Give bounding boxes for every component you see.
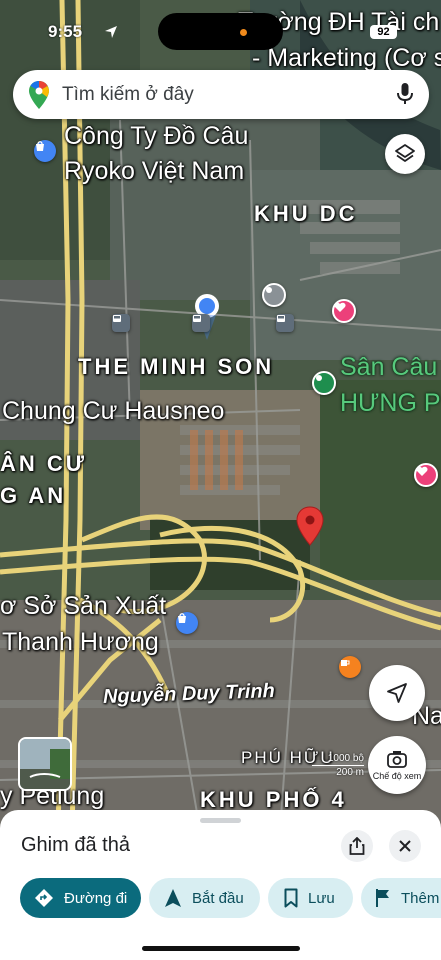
- heart-poi-icon[interactable]: [414, 463, 438, 487]
- map-label-fishing-pond[interactable]: Sân Câu: [340, 353, 437, 382]
- layers-button[interactable]: [385, 134, 425, 174]
- close-button[interactable]: [389, 830, 421, 862]
- map-label-an-cu: ÂN CƯ: [0, 451, 88, 476]
- map-label-fishing-pond-line2[interactable]: HƯNG P: [340, 389, 441, 418]
- location-arrow-icon: [104, 25, 118, 44]
- close-icon: [399, 840, 411, 852]
- sheet-grabber[interactable]: [200, 818, 241, 823]
- bus-stop-icon[interactable]: [192, 314, 210, 332]
- layers-icon: [395, 144, 415, 162]
- street-view-label: Chế độ xem: [372, 771, 422, 781]
- park-poi-icon[interactable]: [312, 371, 336, 395]
- more-label: Thêm: [401, 889, 440, 907]
- map-scale: 1000 bộ 200 m: [312, 753, 364, 783]
- my-location-button[interactable]: [369, 665, 425, 721]
- flag-icon: [376, 889, 389, 907]
- save-button[interactable]: Lưu: [268, 878, 353, 918]
- share-button[interactable]: [341, 830, 373, 862]
- street-view-thumbnail[interactable]: [18, 737, 72, 791]
- scale-meters: 200 m: [336, 767, 364, 778]
- start-button[interactable]: Bắt đầu: [149, 878, 260, 918]
- directions-icon: [35, 889, 53, 907]
- shopping-poi-icon[interactable]: [34, 140, 56, 162]
- heart-poi-icon[interactable]: [332, 299, 356, 323]
- privacy-indicator: [240, 29, 247, 36]
- home-indicator: [142, 946, 300, 951]
- search-bar[interactable]: Tìm kiếm ở đây: [13, 70, 429, 119]
- map-label-production-facility-line2[interactable]: Thanh Hương: [2, 628, 159, 657]
- street-view-icon: [387, 751, 407, 768]
- place-poi-icon[interactable]: [262, 283, 286, 307]
- map-label-hausneo[interactable]: Chung Cư Hausneo: [2, 397, 224, 426]
- place-bottom-sheet[interactable]: Ghim đã thả Đường đi Bắt đầu Lưu Thêm: [0, 810, 441, 960]
- map-label-university-line2[interactable]: - Marketing (Cơ s: [252, 44, 441, 73]
- scale-feet: 1000 bộ: [327, 753, 364, 764]
- search-input[interactable]: Tìm kiếm ở đây: [62, 84, 194, 106]
- more-button[interactable]: Thêm: [361, 878, 441, 918]
- navigation-arrow-icon: [387, 683, 407, 703]
- map-label-khu-dc: KHU DC: [254, 201, 358, 226]
- start-arrow-icon: [165, 889, 181, 907]
- map-label-production-facility[interactable]: ơ Sở Sản Xuất: [0, 592, 166, 621]
- street-view-button[interactable]: Chế độ xem: [368, 736, 426, 794]
- bookmark-icon: [284, 888, 298, 908]
- map-label-the-minh-son: THE MINH SON: [78, 354, 275, 379]
- start-label: Bắt đầu: [192, 889, 244, 907]
- map-label-fishing-company[interactable]: Công Ty Đồ Câu: [64, 122, 248, 151]
- cafe-poi-icon[interactable]: [339, 656, 361, 678]
- directions-label: Đường đi: [64, 889, 128, 907]
- bus-stop-icon[interactable]: [112, 314, 130, 332]
- google-maps-logo-icon: [29, 81, 49, 114]
- map-label-g-an: G AN: [0, 483, 67, 508]
- share-icon: [349, 837, 365, 855]
- battery-indicator: 92: [370, 25, 397, 39]
- microphone-icon[interactable]: [397, 83, 413, 110]
- map-label-fishing-company-line2[interactable]: Ryoko Việt Nam: [64, 157, 244, 186]
- save-label: Lưu: [308, 889, 335, 907]
- status-time: 9:55: [48, 22, 83, 41]
- shopping-poi-icon[interactable]: [176, 612, 198, 634]
- bus-stop-icon[interactable]: [276, 314, 294, 332]
- dynamic-island: [158, 13, 283, 50]
- sheet-title: Ghim đã thả: [21, 834, 130, 856]
- directions-button[interactable]: Đường đi: [20, 878, 141, 918]
